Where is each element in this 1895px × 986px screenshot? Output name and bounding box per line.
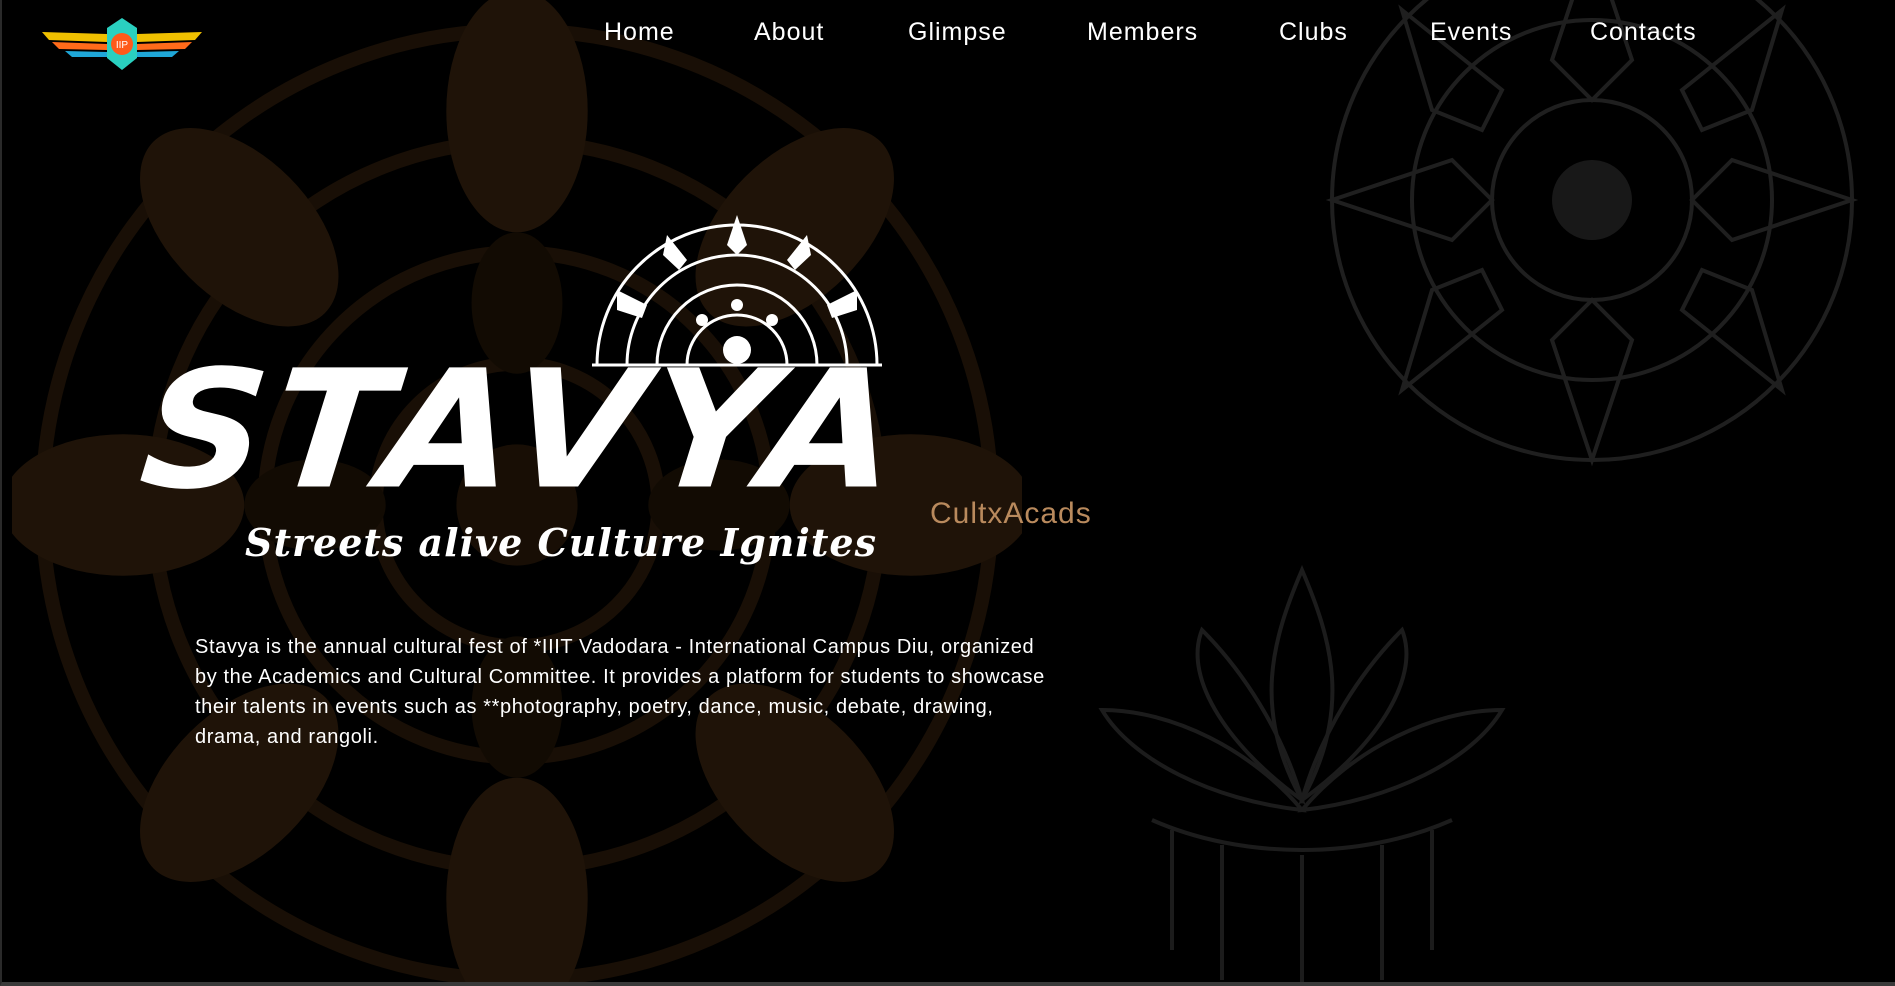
- nav-about-link[interactable]: About: [754, 18, 824, 47]
- main-navigation: Home About Glimpse Members Clubs Events …: [2, 18, 1895, 58]
- page-frame: IIP Home About Glimpse Members Clubs Eve…: [0, 0, 1895, 986]
- nav-events-link[interactable]: Events: [1430, 18, 1512, 47]
- nav-home-link[interactable]: Home: [604, 18, 675, 47]
- nav-contacts-link[interactable]: Contacts: [1590, 18, 1697, 47]
- stavya-title: STAVYA: [133, 334, 913, 526]
- nav-members-link[interactable]: Members: [1087, 18, 1198, 47]
- nav-clubs-link[interactable]: Clubs: [1279, 18, 1348, 47]
- hero-motto: Streets alive Culture Ignites: [245, 520, 877, 565]
- nav-glimpse-link[interactable]: Glimpse: [908, 18, 1007, 47]
- cultxacads-label: CultxAcads: [930, 497, 1092, 530]
- background-lotus-icon: [1098, 564, 1506, 982]
- background-mandala-right-icon: [1325, 0, 1859, 467]
- hero-description: Stavya is the annual cultural fest of *I…: [195, 636, 1045, 748]
